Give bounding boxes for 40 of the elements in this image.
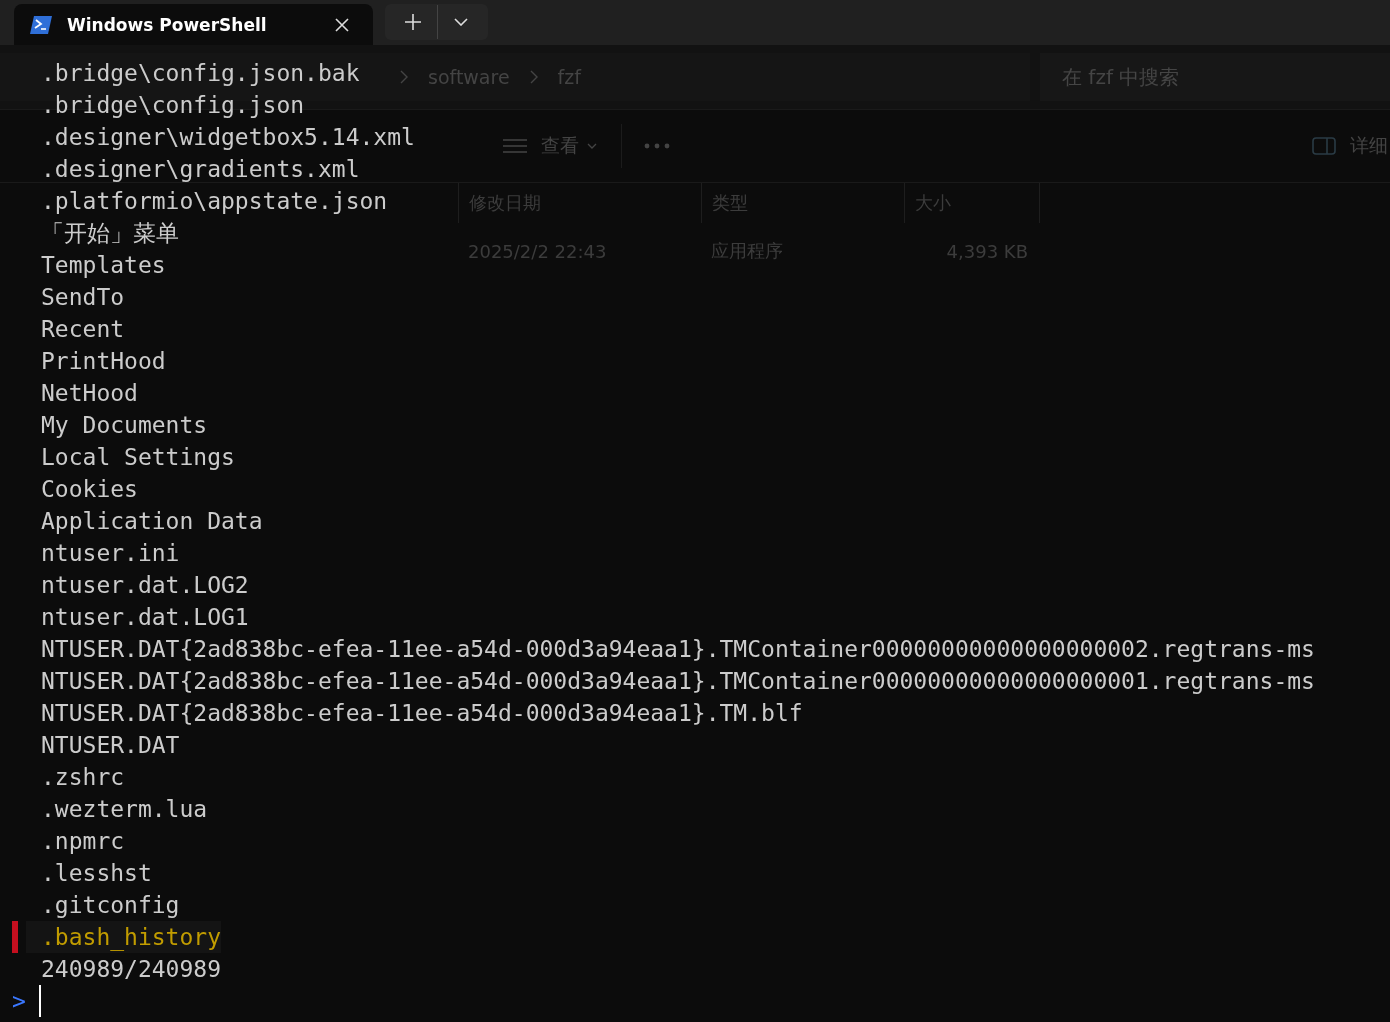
result-line[interactable]: ntuser.dat.LOG2 <box>26 569 249 601</box>
dropdown-icon[interactable] <box>454 18 468 26</box>
result-line[interactable]: My Documents <box>26 409 208 441</box>
result-line[interactable]: NTUSER.DAT{2ad838bc-efea-11ee-a54d-000d3a94eaa1}.TMContainer00000000000000000002.regtrans-ms <box>26 633 1315 665</box>
result-line[interactable]: .npmrc <box>26 825 125 857</box>
result-line[interactable]: 「开始」菜单 <box>26 217 179 249</box>
details-pane-icon <box>1312 137 1336 155</box>
result-line[interactable]: .wezterm.lua <box>26 793 208 825</box>
result-line[interactable]: Local Settings <box>26 441 235 473</box>
result-line[interactable]: NTUSER.DAT <box>26 729 180 761</box>
tab-title: Windows PowerShell <box>67 14 268 35</box>
result-line[interactable]: ntuser.ini <box>26 537 180 569</box>
result-line[interactable]: ntuser.dat.LOG1 <box>26 601 249 633</box>
text-cursor <box>39 985 41 1017</box>
result-line[interactable]: Recent <box>26 313 125 345</box>
result-line[interactable]: .platformio\appstate.json <box>26 185 388 217</box>
close-icon[interactable] <box>335 17 349 32</box>
prompt-symbol: > <box>12 988 27 1014</box>
result-line[interactable]: Application Data <box>26 505 263 537</box>
result-line[interactable]: .zshrc <box>26 761 125 793</box>
result-line[interactable]: SendTo <box>26 281 125 313</box>
result-line[interactable]: NTUSER.DAT{2ad838bc-efea-11ee-a54d-000d3a94eaa1}.TM.blf <box>26 697 803 729</box>
result-line[interactable]: .bridge\config.json.bak <box>26 57 360 89</box>
result-line[interactable]: .designer\widgetbox5.14.xml <box>26 121 415 153</box>
result-line[interactable]: Cookies <box>26 473 138 505</box>
terminal-tab[interactable]: Windows PowerShell <box>14 4 373 45</box>
list-icon <box>503 138 527 154</box>
result-line[interactable]: .gitconfig <box>26 889 180 921</box>
new-tab-icon[interactable] <box>405 14 421 30</box>
match-count: 240989/240989 <box>40 955 221 984</box>
caret-icon <box>587 143 597 149</box>
powershell-icon <box>30 15 52 34</box>
chevron-icon <box>529 70 538 84</box>
result-line[interactable]: .lesshst <box>26 857 152 889</box>
result-line[interactable]: PrintHood <box>26 345 166 377</box>
result-line[interactable]: .designer\gradients.xml <box>26 153 360 185</box>
chevron-icon <box>400 70 408 84</box>
result-line[interactable]: NTUSER.DAT{2ad838bc-efea-11ee-a54d-000d3a94eaa1}.TMContainer00000000000000000001.regtrans-ms <box>26 665 1315 697</box>
result-line[interactable]: NetHood <box>26 377 138 409</box>
result-line[interactable]: Templates <box>26 249 166 281</box>
